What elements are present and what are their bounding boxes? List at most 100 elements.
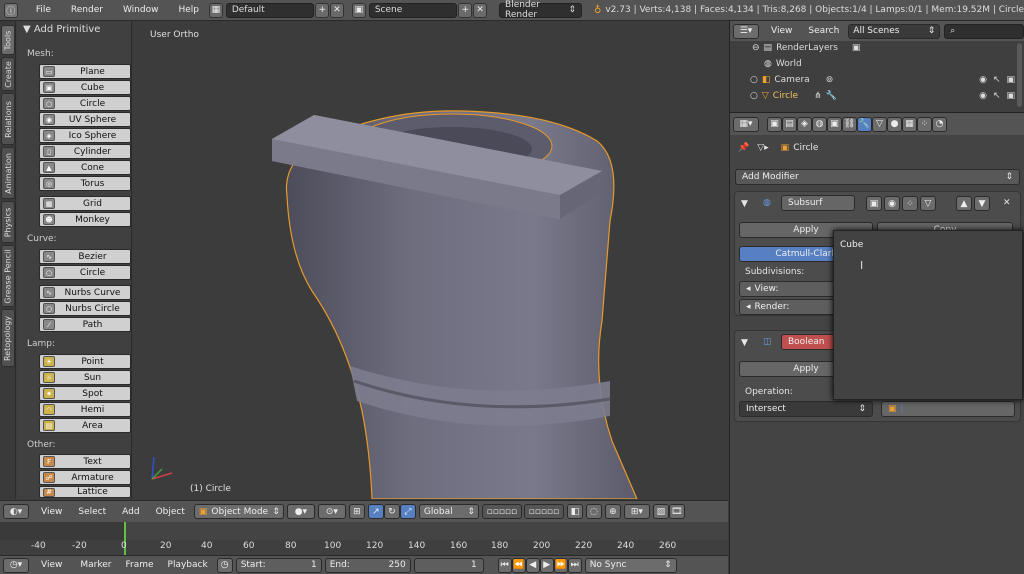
outliner-row-renderlayers[interactable]: ⊖ ▤ RenderLayers ▣ (730, 40, 1015, 56)
editmode-toggle-icon[interactable]: ⁘ (902, 196, 918, 211)
world-tab-icon[interactable]: ◍ (812, 116, 827, 132)
add-ico-sphere-button[interactable]: ◈ Ico Sphere (39, 128, 131, 143)
info-editor-icon[interactable]: ⓘ (4, 2, 18, 18)
transform-orientation[interactable]: Global ⇕ (418, 504, 479, 519)
add-cube-button[interactable]: ▣ Cube (39, 80, 131, 95)
outliner-row-camera[interactable]: ○ ◧ Camera ⊚ ◉ ↖ ▣ (730, 72, 1015, 88)
object-tab-icon[interactable]: ▣ (827, 116, 842, 132)
snap-element-button[interactable]: ⊞▾ (623, 504, 650, 519)
popup-item-cube[interactable]: Cube (840, 240, 863, 250)
add-hemi-lamp-button[interactable]: ◠ Hemi (39, 402, 131, 417)
scale-manipulator[interactable]: ⤢ (399, 504, 416, 519)
scene-tab-icon[interactable]: ◈ (797, 116, 812, 132)
add-monkey-button[interactable]: ☻ Monkey (39, 212, 131, 227)
remove-scene-icon[interactable]: ✕ (473, 2, 488, 18)
collapse-triangle-icon[interactable]: ▼ (741, 338, 748, 348)
tab-create[interactable]: Create (1, 57, 15, 91)
menu-window[interactable]: Window (117, 5, 165, 15)
pin-icon[interactable]: 📌 (738, 143, 749, 153)
data-tab-icon[interactable]: ▽ (872, 116, 887, 132)
menu-frame[interactable]: Frame (119, 560, 159, 570)
sync-mode-selector[interactable]: No Sync ⇕ (584, 557, 677, 573)
add-torus-button[interactable]: ◎ Torus (39, 176, 131, 191)
3d-viewport[interactable]: User Ortho (1) Circle (132, 21, 728, 499)
add-scene-icon[interactable]: + (458, 2, 473, 18)
menu-add[interactable]: Add (116, 507, 145, 517)
move-up-icon[interactable]: ▲ (956, 196, 972, 211)
render-camera-icon[interactable]: ▣ (1006, 91, 1015, 101)
viewport-shading-button[interactable]: ●▾ (286, 504, 315, 519)
menu-view[interactable]: View (35, 560, 68, 570)
add-curve-circle-button[interactable]: ○ Circle (39, 265, 131, 280)
collapse-triangle-icon[interactable]: ▼ (741, 199, 748, 209)
add-text-button[interactable]: F Text (39, 454, 131, 469)
remove-layout-icon[interactable]: ✕ (330, 2, 344, 18)
manipulator-toggle[interactable]: ⊞ (348, 504, 365, 519)
render-animation-icon[interactable]: 🎞 (668, 504, 685, 519)
add-lattice-button[interactable]: # Lattice (39, 486, 131, 498)
snap-icon[interactable]: ⊕ (604, 504, 621, 519)
timeline-editor-type-icon[interactable]: ◷▾ (3, 557, 29, 573)
remove-modifier-icon[interactable]: ✕ (1003, 198, 1011, 208)
properties-editor-type-icon[interactable]: ▦▾ (733, 116, 759, 132)
outliner-row-world[interactable]: ◍ World (730, 56, 1015, 72)
add-cylinder-button[interactable]: ▯ Cylinder (39, 144, 131, 159)
add-armature-button[interactable]: ☍ Armature (39, 470, 131, 485)
layers-grid-2[interactable]: ▫▫▫▫▫ (523, 504, 564, 519)
add-circle-button[interactable]: ○ Circle (39, 96, 131, 111)
add-point-lamp-button[interactable]: ☀ Point (39, 354, 131, 369)
jump-keyframe-back-icon[interactable]: ⏪ (511, 557, 526, 573)
tab-tools[interactable]: Tools (1, 25, 15, 55)
menu-help[interactable]: Help (172, 5, 205, 15)
add-plane-button[interactable]: ▭ Plane (39, 64, 131, 79)
render-camera-icon[interactable]: ▣ (1006, 75, 1015, 85)
render-engine-selector[interactable]: Blender Render ⇕ (499, 0, 583, 20)
scene-selector[interactable]: Scene (368, 2, 458, 18)
jump-keyframe-forward-icon[interactable]: ⏩ (553, 557, 568, 573)
menu-search[interactable]: Search (802, 26, 845, 36)
add-nurbs-curve-button[interactable]: ∿ Nurbs Curve (39, 285, 131, 300)
start-frame-field[interactable]: Start: 1 (235, 557, 322, 573)
jump-start-icon[interactable]: ⏮ (497, 557, 512, 573)
play-reverse-icon[interactable]: ◀ (525, 557, 540, 573)
add-uv-sphere-button[interactable]: ◉ UV Sphere (39, 112, 131, 127)
menu-object[interactable]: Object (150, 507, 191, 517)
material-tab-icon[interactable]: ● (887, 116, 902, 132)
render-toggle-icon[interactable]: ▣ (866, 196, 882, 211)
add-nurbs-circle-button[interactable]: ○ Nurbs Circle (39, 301, 131, 316)
cursor-select-icon[interactable]: ↖ (993, 75, 1001, 85)
add-primitive-panel-header[interactable]: ▼ Add Primitive (23, 24, 100, 35)
outliner-search-input[interactable]: ⌕ (944, 23, 1024, 39)
outliner-editor-type-icon[interactable]: ☰▾ (733, 23, 759, 39)
end-frame-field[interactable]: End: 250 (324, 557, 411, 573)
play-icon[interactable]: ▶ (539, 557, 554, 573)
realtime-toggle-icon[interactable]: ◉ (884, 196, 900, 211)
mode-selector[interactable]: ▣ Object Mode ⇕ (193, 504, 284, 519)
boolean-object-field[interactable]: ▣ | (881, 401, 1015, 417)
outliner-scrollbar[interactable] (1017, 43, 1022, 107)
menu-playback[interactable]: Playback (162, 560, 214, 570)
editor-type-icon[interactable]: ◐▾ (3, 504, 29, 519)
visibility-eye-icon[interactable]: ◉ (979, 75, 987, 85)
tab-animation[interactable]: Animation (1, 147, 15, 199)
add-path-button[interactable]: ⁄ Path (39, 317, 131, 332)
cage-toggle-icon[interactable]: ▽ (920, 196, 936, 211)
add-spot-lamp-button[interactable]: ✷ Spot (39, 386, 131, 401)
texture-tab-icon[interactable]: ▦ (902, 116, 917, 132)
object-search-popup[interactable]: Cube I (833, 230, 1023, 400)
modifier-name-field[interactable]: Subsurf (781, 195, 855, 211)
add-bezier-button[interactable]: ∿ Bezier (39, 249, 131, 264)
menu-render[interactable]: Render (65, 5, 109, 15)
menu-file[interactable]: File (30, 5, 57, 15)
pivot-point-button[interactable]: ⊙▾ (317, 504, 346, 519)
menu-view[interactable]: View (35, 507, 68, 517)
translate-manipulator[interactable]: ↗ (367, 504, 384, 519)
lock-camera-icon[interactable]: ◧ (566, 504, 583, 519)
tab-physics[interactable]: Physics (1, 201, 15, 243)
move-down-icon[interactable]: ▼ (974, 196, 990, 211)
add-cone-button[interactable]: ▲ Cone (39, 160, 131, 175)
render-image-icon[interactable]: ▨ (652, 504, 669, 519)
cursor-select-icon[interactable]: ↖ (993, 91, 1001, 101)
render-tab-icon[interactable]: ▣ (767, 116, 782, 132)
visibility-eye-icon[interactable]: ◉ (979, 91, 987, 101)
